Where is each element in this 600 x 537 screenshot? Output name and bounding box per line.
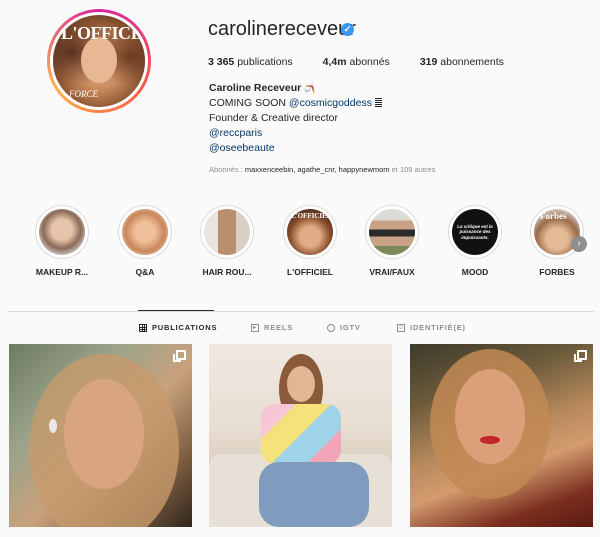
profile-full-name: Caroline Receveur 🪃 <box>209 82 315 94</box>
highlight-label: L'OFFICIEL <box>287 267 333 277</box>
tab-label: PUBLICATIONS <box>152 323 218 332</box>
reels-icon: ▸ <box>251 323 259 332</box>
chevron-right-icon[interactable]: › <box>571 236 587 252</box>
followed-by[interactable]: Abonnés : maxxenceebin, agathe_cnr, happ… <box>209 165 435 174</box>
posts-count-value: 3 365 <box>208 56 235 68</box>
highlight-cover <box>369 209 415 255</box>
highlight-label: HAIR ROU... <box>202 267 252 277</box>
tab-label: IGTV <box>340 323 361 332</box>
bars-icon <box>374 98 382 107</box>
bio-line-2: Founder & Creative director <box>209 112 338 124</box>
highlight-makeup[interactable]: MAKEUP R... <box>27 205 97 277</box>
post-face <box>64 379 144 489</box>
tab-label: REELS <box>264 323 294 332</box>
followed-by-prefix: Abonnés : <box>209 165 245 174</box>
following-count[interactable]: 319 abonnements <box>420 56 504 68</box>
posts-count: 3 365 publications <box>208 56 293 68</box>
post-sweater <box>261 404 341 464</box>
highlight-cover <box>39 209 85 255</box>
tab-publications[interactable]: PUBLICATIONS <box>139 323 217 332</box>
avatar-magazine-subtitle: FORCE <box>69 89 98 99</box>
profile-stats: 3 365 publications 4,4m abonnés 319 abon… <box>208 56 534 68</box>
bio-link-oseebeaute[interactable]: @oseebeaute <box>209 142 275 154</box>
highlight-label: VRAI/FAUX <box>369 267 415 277</box>
highlight-ring: La critique est la puissance des impuiss… <box>448 205 502 259</box>
active-tab-indicator <box>138 310 214 311</box>
avatar[interactable]: L'OFFICIEL FORCE <box>53 15 145 107</box>
profile-username: carolinereceveur <box>208 18 356 40</box>
highlight-cover: La critique est la puissance des impuiss… <box>452 209 498 255</box>
highlight-forbes-text: Forbes <box>540 211 567 221</box>
tabs-divider <box>8 311 594 312</box>
avatar-magazine-title: L'OFFICIEL <box>61 23 145 43</box>
emoji-icon: 🪃 <box>304 83 316 93</box>
post-face <box>455 369 525 464</box>
posts-count-label: publications <box>237 56 293 68</box>
bio-line-1: COMING SOON @cosmicgoddess <box>209 97 382 109</box>
highlight-hair-routine[interactable]: HAIR ROU... <box>192 205 262 277</box>
highlight-label: FORBES <box>539 267 575 277</box>
post-thumbnail[interactable] <box>9 344 192 527</box>
following-count-label: abonnements <box>440 56 504 68</box>
highlight-ring <box>200 205 254 259</box>
highlight-label: Q&A <box>135 267 155 277</box>
multiple-photos-icon <box>173 350 186 362</box>
tab-label: IDENTIFIÉ(E) <box>410 323 466 332</box>
verified-badge-icon: ✓ <box>341 23 354 36</box>
tab-reels[interactable]: ▸ REELS <box>251 323 293 332</box>
post-lips <box>480 436 500 444</box>
followers-count-label: abonnés <box>349 56 390 68</box>
tab-igtv[interactable]: IGTV <box>327 323 361 332</box>
highlight-cover: L'OFFICIEL <box>287 209 333 255</box>
post-thumbnail[interactable] <box>410 344 593 527</box>
post-jeans <box>259 462 369 527</box>
post-earring <box>49 419 57 433</box>
post-face <box>287 366 315 402</box>
highlight-mood[interactable]: La critique est la puissance des impuiss… <box>440 205 510 277</box>
highlight-cover <box>204 209 250 255</box>
highlight-ring: L'OFFICIEL <box>283 205 337 259</box>
highlight-mood-text: La critique est la puissance des impuiss… <box>457 223 493 240</box>
followed-by-names: maxxenceebin, agathe_cnr, happynewmom <box>244 165 390 174</box>
highlight-ring <box>118 205 172 259</box>
bio-link-cosmicgoddess[interactable]: @cosmicgoddess <box>289 97 372 109</box>
highlight-lofficiel-text: L'OFFICIEL <box>291 212 332 220</box>
multiple-photos-icon <box>574 350 587 362</box>
highlight-lofficiel[interactable]: L'OFFICIEL L'OFFICIEL <box>275 205 345 277</box>
followed-by-suffix: et 109 autres <box>389 165 436 174</box>
highlight-label: MOOD <box>461 267 489 277</box>
post-thumbnail[interactable] <box>209 344 392 527</box>
following-count-value: 319 <box>419 56 438 68</box>
full-name-text: Caroline Receveur <box>209 82 302 94</box>
bio-coming-soon: COMING SOON <box>209 97 289 109</box>
tab-tagged[interactable]: ☺ IDENTIFIÉ(E) <box>397 323 466 332</box>
highlight-vrai-faux[interactable]: VRAI/FAUX <box>357 205 427 277</box>
tagged-icon: ☺ <box>397 323 405 332</box>
bio-link-reccparis[interactable]: @reccparis <box>209 127 262 139</box>
avatar-frame: L'OFFICIEL FORCE <box>50 12 148 110</box>
highlight-cover <box>122 209 168 255</box>
highlight-ring <box>365 205 419 259</box>
grid-icon <box>139 323 147 332</box>
highlight-qa[interactable]: Q&A <box>110 205 180 277</box>
followers-count-value: 4,4m <box>322 56 347 68</box>
followers-count[interactable]: 4,4m abonnés <box>323 56 390 68</box>
profile-avatar-ring[interactable]: L'OFFICIEL FORCE <box>47 9 151 113</box>
highlight-ring <box>35 205 89 259</box>
igtv-icon <box>327 323 335 332</box>
highlight-label: MAKEUP R... <box>35 267 89 277</box>
